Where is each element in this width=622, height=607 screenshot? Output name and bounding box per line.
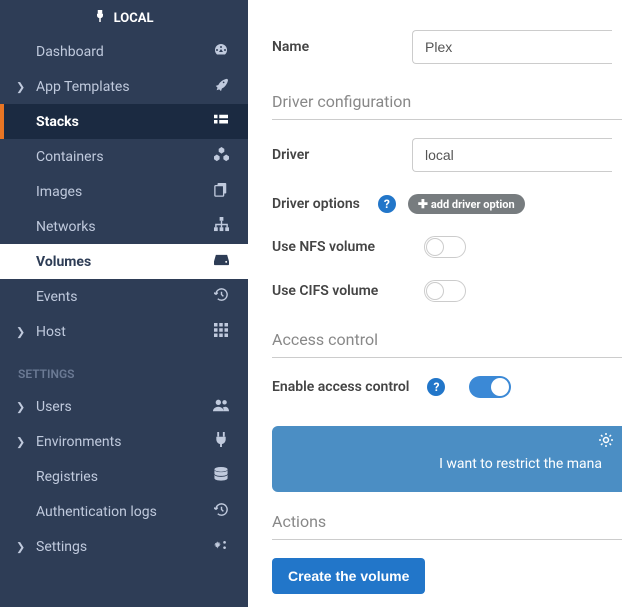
sidebar-item-host[interactable]: ❯ Host <box>0 314 248 349</box>
sidebar-item-users[interactable]: ❯ Users <box>0 389 248 424</box>
chevron-right-icon: ❯ <box>16 540 25 553</box>
plug-icon <box>94 11 109 26</box>
sidebar-item-containers[interactable]: Containers <box>0 139 248 174</box>
history-icon <box>212 502 230 521</box>
sidebar: LOCAL Dashboard ❯ App Templates Stacks C… <box>0 0 248 607</box>
sidebar-item-stacks[interactable]: Stacks <box>0 104 248 139</box>
rocket-icon <box>212 78 230 96</box>
add-driver-option-button[interactable]: ✚ add driver option <box>408 194 525 214</box>
dashboard-icon <box>212 42 230 62</box>
chevron-right-icon: ❯ <box>16 400 25 413</box>
cifs-label: Use CIFS volume <box>272 283 412 299</box>
enable-access-row: Enable access control ? <box>272 376 622 398</box>
nfs-label: Use NFS volume <box>272 239 412 255</box>
driver-label: Driver <box>272 147 412 163</box>
cubes-icon <box>212 147 230 166</box>
sidebar-item-auth-logs[interactable]: Authentication logs <box>0 494 248 529</box>
sidebar-item-events[interactable]: Events <box>0 279 248 314</box>
chevron-right-icon: ❯ <box>16 80 25 93</box>
enable-access-label: Enable access control <box>272 379 409 395</box>
banner-text: I want to restrict the mana <box>292 456 602 472</box>
driver-row: Driver <box>272 138 622 172</box>
driver-config-title: Driver configuration <box>272 92 622 120</box>
sidebar-item-volumes[interactable]: Volumes <box>0 244 248 279</box>
gear-icon <box>598 432 614 452</box>
sidebar-item-registries[interactable]: Registries <box>0 459 248 494</box>
history-icon <box>212 287 230 306</box>
sidebar-header: LOCAL <box>0 0 248 34</box>
name-input[interactable] <box>412 30 612 64</box>
database-icon <box>212 467 230 486</box>
sitemap-icon <box>212 217 230 236</box>
th-icon <box>212 323 230 341</box>
access-info-banner: I want to restrict the mana <box>272 426 622 492</box>
cogs-icon <box>212 538 230 556</box>
actions-title: Actions <box>272 512 622 540</box>
sidebar-item-environments[interactable]: ❯ Environments <box>0 424 248 459</box>
sidebar-item-images[interactable]: Images <box>0 174 248 209</box>
endpoint-name: LOCAL <box>114 11 154 26</box>
plus-icon: ✚ <box>418 197 428 211</box>
hdd-icon <box>212 252 230 271</box>
access-control-title: Access control <box>272 330 622 358</box>
users-icon <box>212 398 230 416</box>
sidebar-item-settings[interactable]: ❯ Settings <box>0 529 248 564</box>
create-volume-button[interactable]: Create the volume <box>272 558 425 594</box>
cifs-row: Use CIFS volume <box>272 280 622 302</box>
plug-icon <box>212 432 230 451</box>
grid-icon <box>212 113 230 131</box>
name-row: Name <box>272 30 622 64</box>
chevron-right-icon: ❯ <box>16 325 25 338</box>
chevron-right-icon: ❯ <box>16 435 25 448</box>
help-icon[interactable]: ? <box>427 378 445 396</box>
help-icon[interactable]: ? <box>378 195 396 213</box>
sidebar-item-dashboard[interactable]: Dashboard <box>0 34 248 69</box>
driver-options-row: Driver options ? ✚ add driver option <box>272 194 622 214</box>
cifs-toggle[interactable] <box>424 280 466 302</box>
copy-icon <box>212 183 230 201</box>
sidebar-item-app-templates[interactable]: ❯ App Templates <box>0 69 248 104</box>
name-label: Name <box>272 39 412 55</box>
nfs-toggle[interactable] <box>424 236 466 258</box>
sidebar-item-networks[interactable]: Networks <box>0 209 248 244</box>
sidebar-section-settings: SETTINGS <box>0 349 248 389</box>
main-content: Name Driver configuration Driver Driver … <box>248 0 622 607</box>
nfs-row: Use NFS volume <box>272 236 622 258</box>
driver-options-label: Driver options <box>272 196 360 212</box>
access-control-toggle[interactable] <box>469 376 511 398</box>
driver-input[interactable] <box>412 138 612 172</box>
